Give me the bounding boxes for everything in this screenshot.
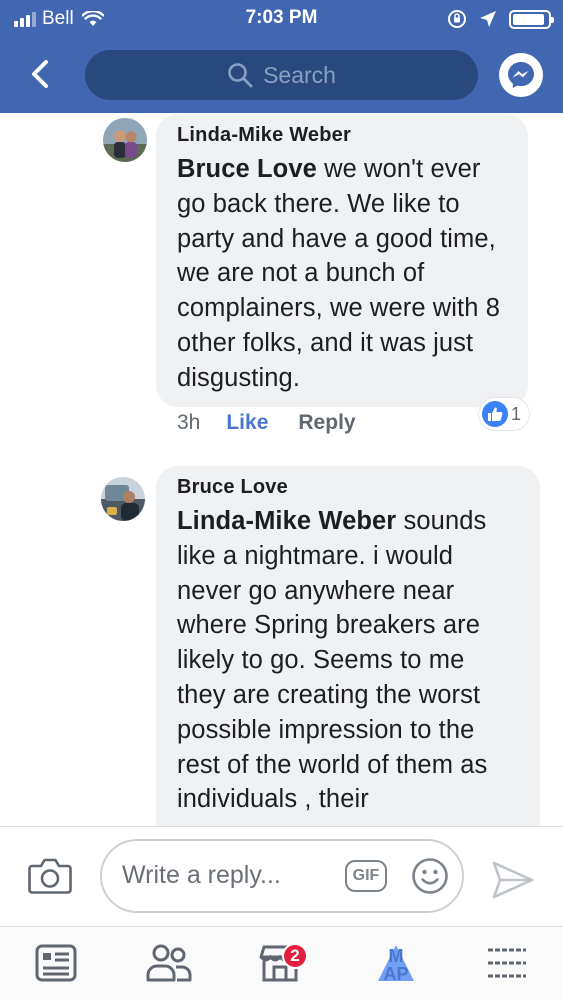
reply-placeholder: Write a reply... xyxy=(122,861,281,889)
camera-icon xyxy=(28,858,72,894)
tab-menu[interactable] xyxy=(483,941,531,985)
messenger-button[interactable] xyxy=(499,53,543,97)
menu-icon xyxy=(488,948,526,978)
battery-level xyxy=(513,13,544,25)
tab-news-feed[interactable] xyxy=(32,941,80,985)
send-icon xyxy=(492,861,534,899)
tab-friends[interactable] xyxy=(145,941,193,985)
reply-composer: Write a reply... GIF xyxy=(0,826,563,926)
comment-timestamp: 3h xyxy=(177,411,201,434)
comment-bubble: Linda-Mike Weber Bruce Love we won't eve… xyxy=(156,114,528,407)
battery-icon xyxy=(509,9,554,29)
comment-text: Bruce Love we won't ever go back there. … xyxy=(177,152,508,396)
comment-mention[interactable]: Linda-Mike Weber xyxy=(177,507,396,535)
like-button[interactable]: Like xyxy=(226,411,268,435)
orientation-lock-icon xyxy=(448,10,466,28)
bottom-tab-bar: 2 M AP xyxy=(0,926,563,1000)
comment-actions: 3h Like Reply xyxy=(177,411,356,435)
friends-icon xyxy=(146,944,192,982)
back-button[interactable] xyxy=(22,56,58,92)
profile-photo xyxy=(101,477,145,521)
top-navigation-bar: Bell 7:03 PM Search xyxy=(0,0,563,113)
comment-author[interactable]: Linda-Mike Weber xyxy=(177,122,508,148)
profile-photo xyxy=(103,118,147,162)
status-right xyxy=(447,7,554,31)
avatar[interactable] xyxy=(103,118,147,162)
app-shortcut-label: M AP xyxy=(383,946,409,984)
notification-badge: 2 xyxy=(282,943,308,969)
comment-body: sounds like a nightmare. i would never g… xyxy=(177,507,488,814)
comment-mention[interactable]: Bruce Love xyxy=(177,155,317,183)
search-icon xyxy=(228,63,253,88)
location-arrow-icon xyxy=(480,11,496,27)
reaction-count: 1 xyxy=(511,403,522,424)
news-feed-icon xyxy=(35,944,77,982)
tab-marketplace[interactable]: 2 xyxy=(256,941,308,985)
chevron-left-icon xyxy=(32,60,48,88)
emoji-button[interactable] xyxy=(411,857,449,895)
gif-button[interactable]: GIF xyxy=(345,860,387,892)
search-bar[interactable]: Search xyxy=(85,50,478,100)
reply-input[interactable]: Write a reply... GIF xyxy=(100,839,464,913)
tab-app-shortcut[interactable]: M AP xyxy=(372,941,420,985)
reply-button[interactable]: Reply xyxy=(298,411,355,435)
comment-author[interactable]: Bruce Love xyxy=(177,474,520,500)
comment-bubble: Bruce Love Linda-Mike Weber sounds like … xyxy=(156,466,540,846)
search-placeholder: Search xyxy=(263,61,336,88)
reaction-summary[interactable]: 1 xyxy=(479,398,530,430)
like-reaction-icon xyxy=(482,401,508,427)
comment-body: we won't ever go back there. We like to … xyxy=(177,155,500,392)
messenger-icon xyxy=(508,62,534,88)
status-bar: Bell 7:03 PM xyxy=(0,0,563,38)
avatar[interactable] xyxy=(101,477,145,521)
emoji-icon xyxy=(412,858,448,894)
send-button[interactable] xyxy=(491,860,535,900)
camera-button[interactable] xyxy=(28,856,72,896)
comment-text: Linda-Mike Weber sounds like a nightmare… xyxy=(177,504,520,817)
